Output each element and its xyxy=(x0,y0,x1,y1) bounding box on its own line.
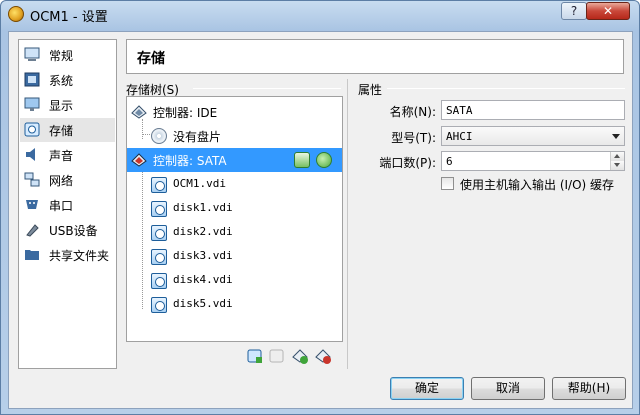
help-title-button[interactable]: ? xyxy=(561,2,587,20)
hard-disk-icon xyxy=(151,249,167,265)
settings-window: OCM1 - 设置 ? ✕ 常规 系统 显示 存储 声音 网络 串口 USB设备… xyxy=(0,0,640,415)
add-attachment-icon[interactable] xyxy=(247,348,263,364)
dialog-client-area: 常规 系统 显示 存储 声音 网络 串口 USB设备 共享文件夹 存储 存储树(… xyxy=(8,31,633,409)
separator xyxy=(387,88,625,89)
spin-up-icon[interactable] xyxy=(610,152,624,161)
port-count-label: 端口数(P): xyxy=(379,156,436,170)
tree-node-label: 控制器: IDE xyxy=(153,106,218,120)
host-io-cache-label: 使用主机输入输出 (I/O) 缓存 xyxy=(460,178,615,192)
sidebar-item-label: USB设备 xyxy=(49,224,98,238)
shared-folder-icon xyxy=(25,250,39,260)
hard-disk-icon xyxy=(151,273,167,289)
audio-icon xyxy=(26,148,35,161)
separator xyxy=(193,88,341,89)
vertical-separator xyxy=(347,79,348,369)
sidebar-item-display[interactable]: 显示 xyxy=(20,93,115,117)
storage-icon xyxy=(24,122,40,137)
sidebar-item-label: 常规 xyxy=(49,49,74,63)
sidebar-item-label: 显示 xyxy=(49,99,74,113)
page-header: 存储 xyxy=(126,39,624,74)
ok-button[interactable]: 确定 xyxy=(390,377,464,400)
sidebar-item-system[interactable]: 系统 xyxy=(20,68,115,92)
hard-disk-icon xyxy=(151,201,167,217)
hard-disk-icon xyxy=(151,297,167,313)
tree-node-optical-empty[interactable]: 没有盘片 xyxy=(127,124,342,148)
tree-node-label: disk1.vdi xyxy=(173,201,233,214)
chevron-down-icon xyxy=(612,134,620,139)
sidebar-item-serial[interactable]: 串口 xyxy=(20,193,115,217)
tree-node-label: disk3.vdi xyxy=(173,249,233,262)
close-button[interactable]: ✕ xyxy=(586,2,630,20)
controller-icon xyxy=(131,153,147,167)
sidebar-item-label: 系统 xyxy=(49,74,74,88)
sidebar-item-label: 共享文件夹 xyxy=(49,249,110,263)
serial-icon xyxy=(26,200,38,209)
sidebar-item-label: 声音 xyxy=(49,149,74,163)
tree-node-disk[interactable]: disk4.vdi xyxy=(127,269,342,293)
tree-node-disk[interactable]: OCM1.vdi xyxy=(127,173,342,197)
tree-node-ide-controller[interactable]: 控制器: IDE xyxy=(127,100,342,124)
tree-node-label: disk5.vdi xyxy=(173,297,233,310)
settings-sidebar: 常规 系统 显示 存储 声音 网络 串口 USB设备 共享文件夹 xyxy=(18,39,117,369)
page-title: 存储 xyxy=(137,51,165,67)
general-icon xyxy=(24,47,40,61)
sidebar-item-label: 存储 xyxy=(49,124,74,138)
sidebar-item-shared-folders[interactable]: 共享文件夹 xyxy=(20,243,115,267)
spin-down-icon[interactable] xyxy=(610,161,624,170)
remove-controller-icon[interactable] xyxy=(315,348,331,364)
add-hard-disk-icon[interactable] xyxy=(316,152,332,168)
remove-attachment-icon[interactable] xyxy=(269,348,285,364)
sidebar-item-network[interactable]: 网络 xyxy=(20,168,115,192)
name-label: 名称(N): xyxy=(389,105,436,119)
window-title: OCM1 - 设置 xyxy=(30,10,108,25)
add-optical-drive-icon[interactable] xyxy=(294,152,310,168)
network-icon xyxy=(24,172,40,187)
sidebar-item-general[interactable]: 常规 xyxy=(20,43,115,67)
tree-node-label: 控制器: SATA xyxy=(153,154,227,168)
display-icon xyxy=(24,97,40,111)
sidebar-item-usb[interactable]: USB设备 xyxy=(20,218,115,242)
controller-type-value: AHCI xyxy=(446,130,473,143)
title-bar[interactable]: OCM1 - 设置 ? ✕ xyxy=(1,1,639,27)
tree-node-disk[interactable]: disk3.vdi xyxy=(127,245,342,269)
storage-tree[interactable]: 控制器: IDE 没有盘片 控制器: SATA OCM1.vdi disk1.v… xyxy=(126,96,343,342)
sidebar-item-label: 串口 xyxy=(49,199,74,213)
type-label: 型号(T): xyxy=(391,131,436,145)
controller-name-input[interactable]: SATA xyxy=(441,100,625,120)
hard-disk-icon xyxy=(151,225,167,241)
hard-disk-icon xyxy=(151,177,167,193)
help-button[interactable]: 帮助(H) xyxy=(552,377,626,400)
controller-type-select[interactable]: AHCI xyxy=(441,126,625,146)
virtualbox-app-icon xyxy=(8,6,24,22)
usb-icon xyxy=(26,224,39,237)
tree-node-sata-controller[interactable]: 控制器: SATA xyxy=(127,148,342,172)
add-controller-icon[interactable] xyxy=(292,348,308,364)
sidebar-item-audio[interactable]: 声音 xyxy=(20,143,115,167)
system-icon xyxy=(24,72,40,87)
tree-node-label: OCM1.vdi xyxy=(173,177,226,190)
port-count-spinbox[interactable]: 6 xyxy=(441,151,625,171)
controller-icon xyxy=(131,105,147,119)
optical-disc-icon xyxy=(151,128,167,144)
controller-name-value: SATA xyxy=(446,104,473,117)
tree-node-disk[interactable]: disk2.vdi xyxy=(127,221,342,245)
cancel-button[interactable]: 取消 xyxy=(471,377,545,400)
tree-node-label: disk4.vdi xyxy=(173,273,233,286)
tree-node-label: disk2.vdi xyxy=(173,225,233,238)
tree-node-label: 没有盘片 xyxy=(173,130,222,144)
port-count-value: 6 xyxy=(446,155,453,168)
tree-node-disk[interactable]: disk5.vdi xyxy=(127,293,342,317)
sidebar-item-label: 网络 xyxy=(49,174,74,188)
tree-node-disk[interactable]: disk1.vdi xyxy=(127,197,342,221)
host-io-cache-checkbox[interactable] xyxy=(441,177,454,190)
sidebar-item-storage[interactable]: 存储 xyxy=(20,118,115,142)
properties-section-label: 属性 xyxy=(358,83,383,97)
